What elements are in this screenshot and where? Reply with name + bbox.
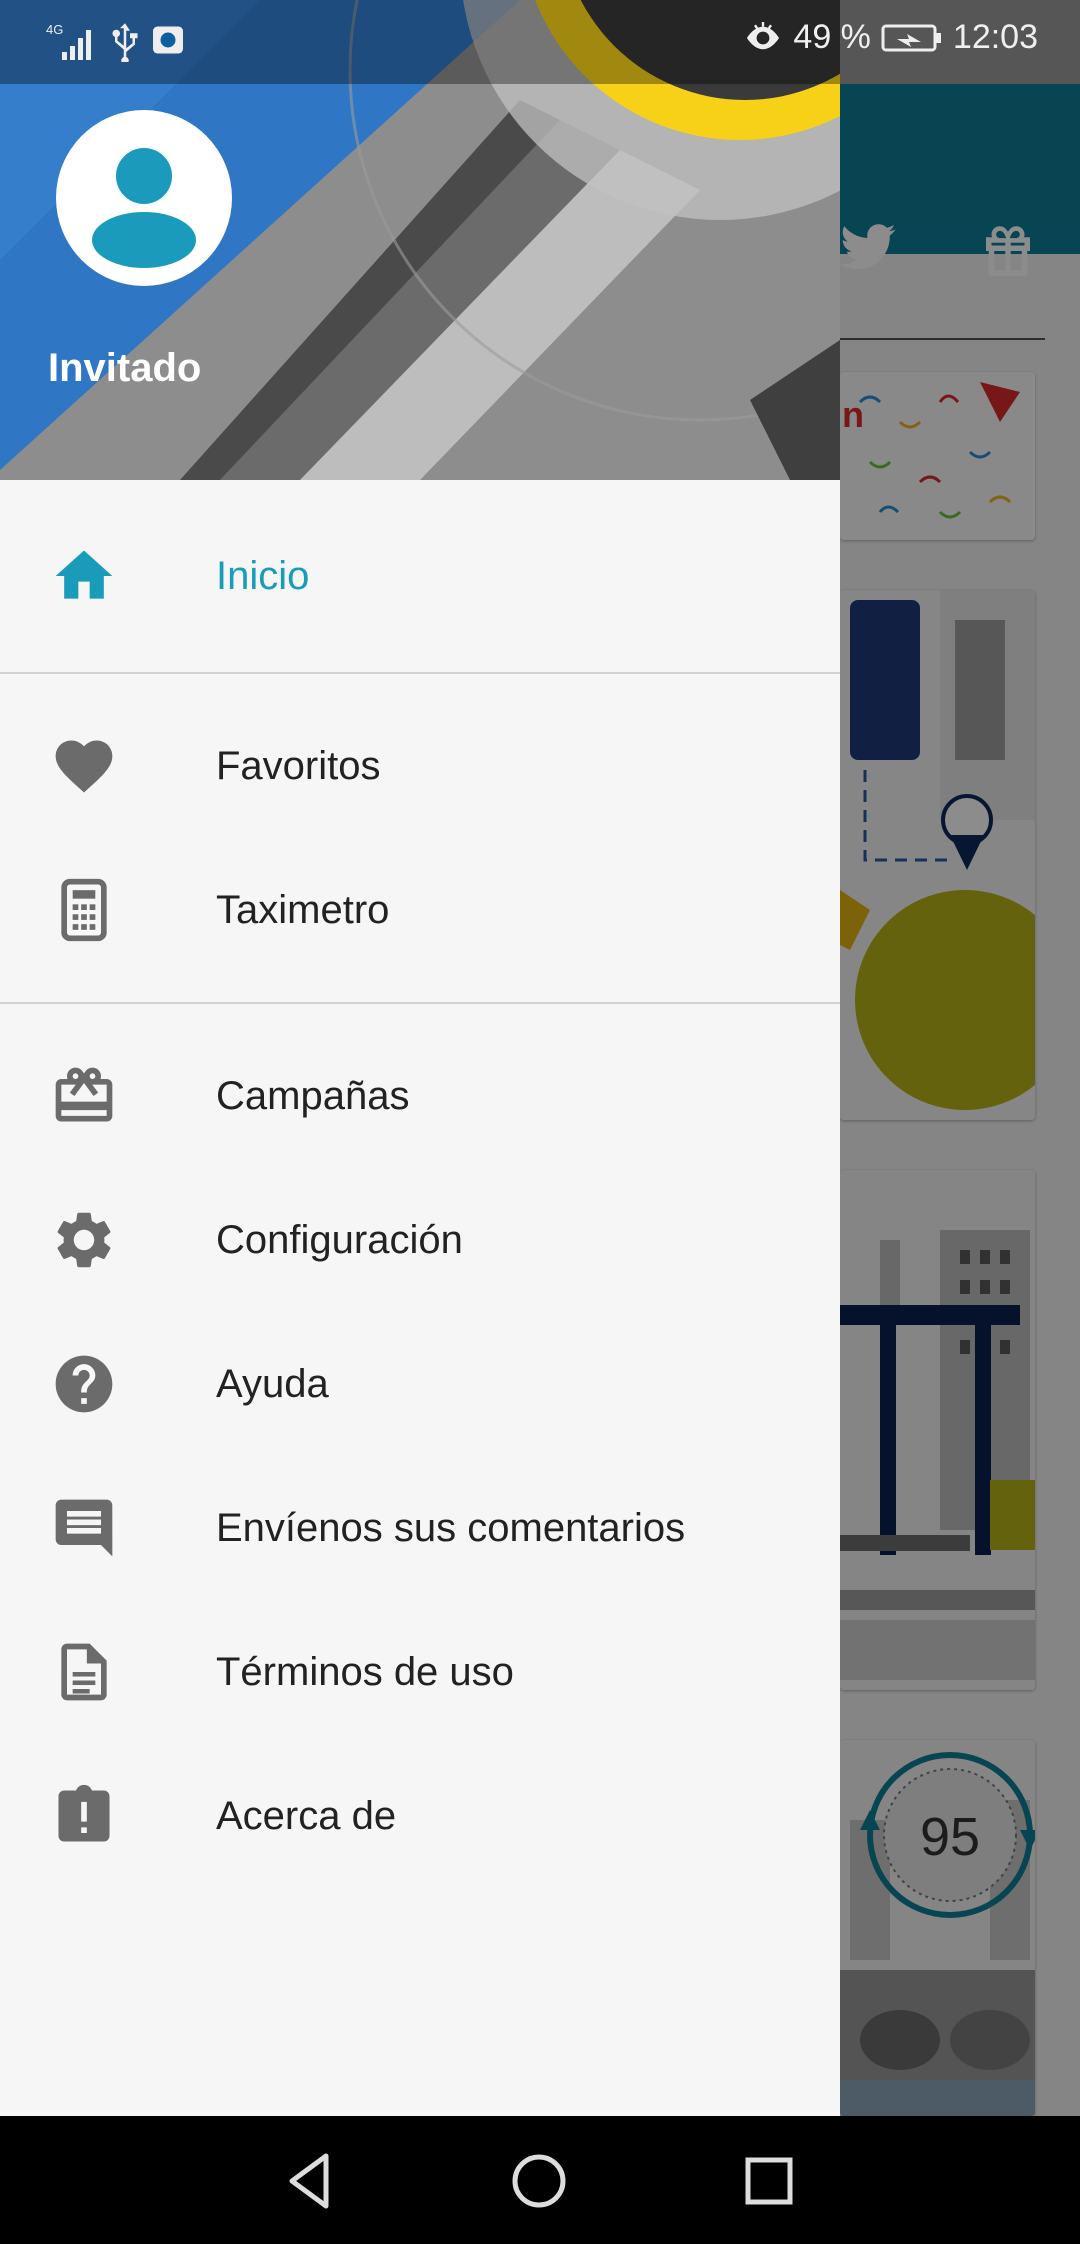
menu-item-comentarios[interactable]: Envíenos sus comentarios (0, 1456, 840, 1600)
menu-item-campanas[interactable]: Campañas (0, 1024, 840, 1168)
menu-label-taximetro: Taximetro (216, 887, 390, 932)
menu-label-terminos: Términos de uso (216, 1649, 514, 1694)
gear-icon (57, 1212, 111, 1268)
feedback-icon (55, 1499, 113, 1557)
back-icon[interactable] (274, 2146, 344, 2216)
info-clipboard-icon (58, 1784, 110, 1842)
menu-label-acerca: Acerca de (216, 1793, 397, 1838)
menu-label-campanas: Campañas (216, 1073, 410, 1118)
document-icon (61, 1643, 107, 1701)
person-icon (92, 148, 196, 268)
user-name: Invitado (48, 346, 202, 390)
drawer-menu: Inicio Favoritos Taximetro Campañas Conf… (0, 480, 840, 1888)
menu-item-inicio[interactable]: Inicio (0, 480, 840, 672)
help-icon (55, 1355, 113, 1413)
signal-icon: 4G (46, 22, 91, 60)
calculator-icon (61, 878, 107, 942)
menu-item-terminos[interactable]: Términos de uso (0, 1600, 840, 1744)
menu-item-acerca[interactable]: Acerca de (0, 1744, 840, 1888)
menu-item-taximetro[interactable]: Taximetro (0, 838, 840, 982)
home-button-icon[interactable] (504, 2146, 574, 2216)
clock: 12:03 (952, 18, 1038, 56)
notification-app-icon (153, 26, 183, 54)
eye-comfort-icon (747, 21, 780, 49)
recents-icon[interactable] (734, 2146, 804, 2216)
battery-percent: 49 % (793, 18, 871, 56)
usb-icon (112, 23, 138, 62)
menu-item-favoritos[interactable]: Favoritos (0, 694, 840, 838)
menu-label-favoritos: Favoritos (216, 743, 381, 788)
system-navigation-bar (0, 2116, 1080, 2244)
menu-label-ayuda: Ayuda (216, 1361, 329, 1406)
menu-label-comentarios: Envíenos sus comentarios (216, 1505, 686, 1550)
navigation-drawer: Invitado Inicio Favoritos Taximetro Camp… (0, 0, 840, 2116)
avatar[interactable] (56, 110, 232, 286)
menu-item-ayuda[interactable]: Ayuda (0, 1312, 840, 1456)
gift-card-icon (55, 1067, 113, 1122)
status-bar: 4G 49 % 12:03 (0, 0, 1080, 84)
battery-charging-icon (881, 24, 941, 51)
home-icon (55, 550, 113, 599)
menu-label-inicio: Inicio (216, 553, 310, 598)
heart-icon (55, 740, 113, 793)
menu-item-configuracion[interactable]: Configuración (0, 1168, 840, 1312)
menu-label-configuracion: Configuración (216, 1217, 463, 1262)
svg-text:4G: 4G (46, 22, 63, 37)
